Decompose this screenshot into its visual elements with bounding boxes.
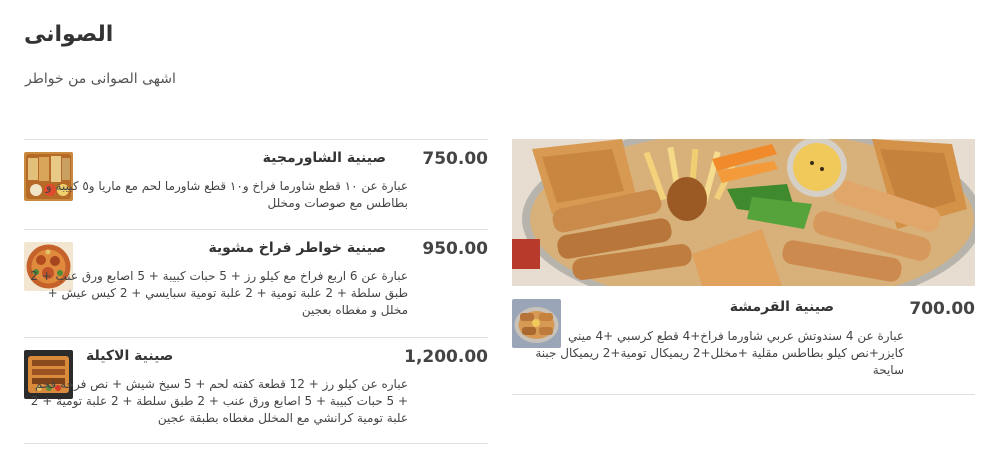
item-price: 1,200.00 — [404, 347, 488, 367]
item-price: 700.00 — [909, 299, 975, 319]
menu-list: صينية الشاورمجية 750.00 عبارة عن ١٠ قطع … — [24, 139, 488, 444]
item-name: صينية القرمشة — [729, 299, 834, 315]
menu-item-grilled-chicken[interactable]: صينية خواطر فراخ مشوية 950.00 عبارة عن 6… — [24, 229, 488, 337]
item-name: صينية خواطر فراخ مشوية — [208, 240, 386, 256]
menu-item-akila[interactable]: صينية الاكيلة 1,200.00 عباره عن كيلو رز … — [24, 337, 488, 444]
item-description: عباره عن كيلو رز + 12 قطعة كفته لحم + 5 … — [30, 377, 408, 425]
item-name: صينية الشاورمجية — [262, 150, 386, 166]
menu-page: الصوانى اشهى الصوانى من خواطر صينية الشا… — [0, 0, 1000, 476]
featured-item-crispy-tray[interactable]: صينية القرمشة 700.00 عبارة عن 4 سندوتش ع… — [512, 139, 975, 395]
item-name: صينية الاكيلة — [86, 348, 174, 364]
item-price: 950.00 — [422, 239, 488, 259]
item-description: عبارة عن 6 اربع فراخ مع كيلو رز + 5 حبات… — [30, 269, 408, 317]
page-title: الصوانى — [24, 22, 114, 47]
item-description: عبارة عن ١٠ قطع شاورما فراخ و١٠ قطع شاور… — [45, 179, 408, 210]
menu-item-shawarmagia[interactable]: صينية الشاورمجية 750.00 عبارة عن ١٠ قطع … — [24, 139, 488, 229]
item-price: 750.00 — [422, 149, 488, 169]
item-description: عبارة عن 4 سندوتش عربي شاورما فراخ+4 قطع… — [535, 329, 904, 377]
page-subtitle: اشهى الصوانى من خواطر — [25, 71, 176, 87]
featured-hero-image[interactable] — [512, 139, 975, 286]
